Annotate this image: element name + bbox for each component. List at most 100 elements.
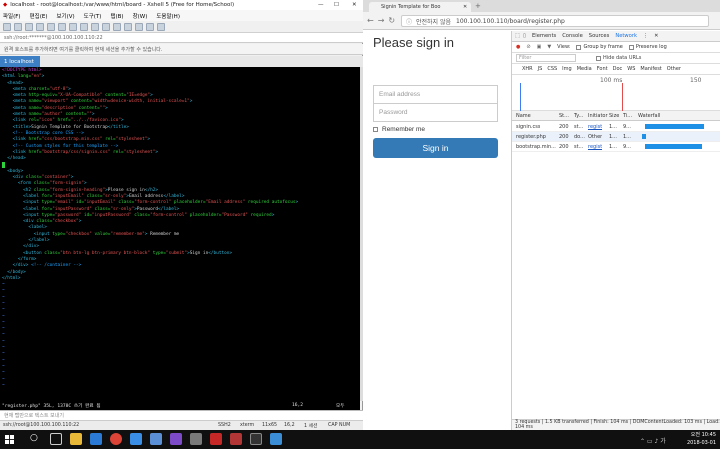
tab-close-icon[interactable]: ✕ (463, 4, 467, 10)
settings-icon[interactable] (190, 433, 202, 445)
fullscreen-icon[interactable] (146, 22, 154, 31)
menu-edit[interactable]: 편집(E) (30, 12, 48, 20)
inspect-icon[interactable]: ⬚ (515, 33, 520, 39)
store-icon[interactable] (130, 433, 142, 445)
session-hint-bar[interactable]: 원격 호스트를 추가하려면 여기를 클릭하여 현재 세션을 추가할 수 있습니다… (0, 44, 363, 55)
code-token: </label> (163, 193, 185, 199)
print-icon[interactable] (69, 22, 77, 31)
network-row[interactable]: register.php 200 do... Other 1... 1... (512, 132, 720, 142)
type-other[interactable]: Other (667, 66, 681, 72)
code-token: "container" (41, 175, 71, 181)
session-tab-localhost[interactable]: 1 localhost (0, 56, 40, 67)
col-time[interactable]: Ti... (623, 113, 632, 119)
camera-icon[interactable]: ▣ (537, 44, 542, 50)
keyboard-icon[interactable] (124, 22, 132, 31)
mail-icon[interactable] (150, 433, 162, 445)
col-name[interactable]: Name (516, 113, 531, 119)
filter-input[interactable]: Filter (516, 54, 576, 62)
reload-icon[interactable]: ↻ (388, 16, 395, 25)
remember-me[interactable]: Remember me (373, 126, 425, 133)
open-folder-icon[interactable] (14, 22, 22, 31)
type-js[interactable]: JS (538, 66, 543, 72)
lock-icon[interactable] (113, 22, 121, 31)
menu-file[interactable]: 파일(F) (3, 12, 21, 20)
compose-input[interactable]: 현재 탭만으로 텍스트 보내기 (0, 410, 363, 420)
close-button[interactable]: ✕ (352, 2, 357, 8)
type-xhr[interactable]: XHR (522, 66, 533, 72)
xshell-taskbar-icon[interactable] (210, 433, 222, 445)
transfer-icon[interactable] (135, 22, 143, 31)
minimize-button[interactable]: — (318, 2, 324, 8)
terminal-editor[interactable]: <!DOCTYPE html> <html lang="en"> <head> <… (0, 67, 360, 401)
paste-icon[interactable] (47, 22, 55, 31)
start-button[interactable] (0, 430, 18, 449)
forward-icon[interactable]: → (378, 16, 385, 25)
network-overview[interactable]: 100 ms 150 (512, 75, 720, 111)
devtools-more-icon[interactable]: ⋮ (643, 33, 648, 39)
tab-elements[interactable]: Elements (532, 33, 556, 39)
type-img[interactable]: Img (562, 66, 572, 72)
hide-data-urls[interactable]: Hide data URLs (596, 55, 641, 61)
col-waterfall[interactable]: Waterfall (638, 113, 660, 119)
session-address-bar[interactable]: ssh://root:*******@100.100.100.110:22 (0, 33, 363, 43)
chrome-icon[interactable] (110, 433, 122, 445)
edge-icon[interactable] (90, 433, 102, 445)
type-manifest[interactable]: Manifest (640, 66, 661, 72)
new-tab-button[interactable]: + (475, 2, 481, 10)
file-explorer-icon[interactable] (70, 433, 82, 445)
app-taskbar-icon[interactable] (270, 433, 282, 445)
copy-icon[interactable] (36, 22, 44, 31)
new-session-icon[interactable] (3, 22, 11, 31)
remember-checkbox[interactable] (373, 127, 378, 132)
font-icon[interactable] (91, 22, 99, 31)
xftp-taskbar-icon[interactable] (230, 433, 242, 445)
device-icon[interactable]: ▯ (523, 33, 526, 39)
info-icon[interactable]: ⓘ (406, 17, 412, 26)
find-icon[interactable] (58, 22, 66, 31)
type-doc[interactable]: Doc (613, 66, 623, 72)
type-ws[interactable]: WS (627, 66, 635, 72)
task-view-icon[interactable] (50, 433, 62, 445)
col-size[interactable]: Size (609, 113, 619, 119)
system-clock[interactable]: 오전 10:45 2018-03-01 (680, 431, 716, 449)
group-by-frame[interactable]: Group by frame (576, 44, 623, 50)
code-token: id= (76, 200, 84, 206)
network-row[interactable]: bootstrap.min...200 st... regist... 1... 9..… (512, 142, 720, 152)
search-icon[interactable]: ○ (30, 433, 42, 445)
menu-tab[interactable]: 탭(B) (110, 12, 123, 20)
reconnect-icon[interactable] (25, 22, 33, 31)
help-icon[interactable] (157, 22, 165, 31)
network-row[interactable]: signin.css 200 st... regist... 1... 9... (512, 122, 720, 132)
tab-console[interactable]: Console (562, 33, 583, 39)
tab-sources[interactable]: Sources (589, 33, 610, 39)
email-field[interactable]: Email address (373, 85, 498, 104)
col-status[interactable]: St... (559, 113, 569, 119)
type-media[interactable]: Media (577, 66, 592, 72)
globe-icon[interactable] (80, 22, 88, 31)
password-field[interactable]: Password (373, 103, 498, 122)
filter-icon[interactable]: ▼ (547, 44, 551, 50)
type-css[interactable]: CSS (547, 66, 557, 72)
visual-studio-icon[interactable] (170, 433, 182, 445)
col-initiator[interactable]: Initiator (588, 113, 608, 119)
menu-window[interactable]: 창(W) (133, 12, 148, 20)
type-font[interactable]: Font (597, 66, 608, 72)
devtools-close-icon[interactable]: ✕ (654, 33, 658, 39)
maximize-button[interactable]: ☐ (334, 2, 339, 8)
browser-tab[interactable]: Signin Template for Boo ✕ (369, 2, 471, 12)
menu-view[interactable]: 보기(V) (56, 12, 74, 20)
preserve-log[interactable]: Preserve log (628, 44, 667, 50)
terminal-taskbar-icon[interactable] (250, 433, 262, 445)
color-icon[interactable] (102, 22, 110, 31)
clear-icon[interactable]: ⊘ (526, 44, 530, 50)
tray-icons[interactable]: ⌃ ▭ ♪ 가 (640, 436, 666, 445)
signin-button[interactable]: Sign in (373, 138, 498, 158)
cell-type: st... (574, 124, 584, 130)
record-icon[interactable]: ● (516, 44, 520, 50)
col-type[interactable]: Ty... (574, 113, 583, 119)
tab-network[interactable]: Network (615, 33, 637, 39)
menu-help[interactable]: 도움말(H) (156, 12, 180, 20)
menu-tools[interactable]: 도구(T) (84, 12, 102, 20)
back-icon[interactable]: ← (367, 16, 374, 25)
address-bar[interactable]: ⓘ 안전하지 않음 100.100.100.110/board/register… (401, 15, 709, 27)
